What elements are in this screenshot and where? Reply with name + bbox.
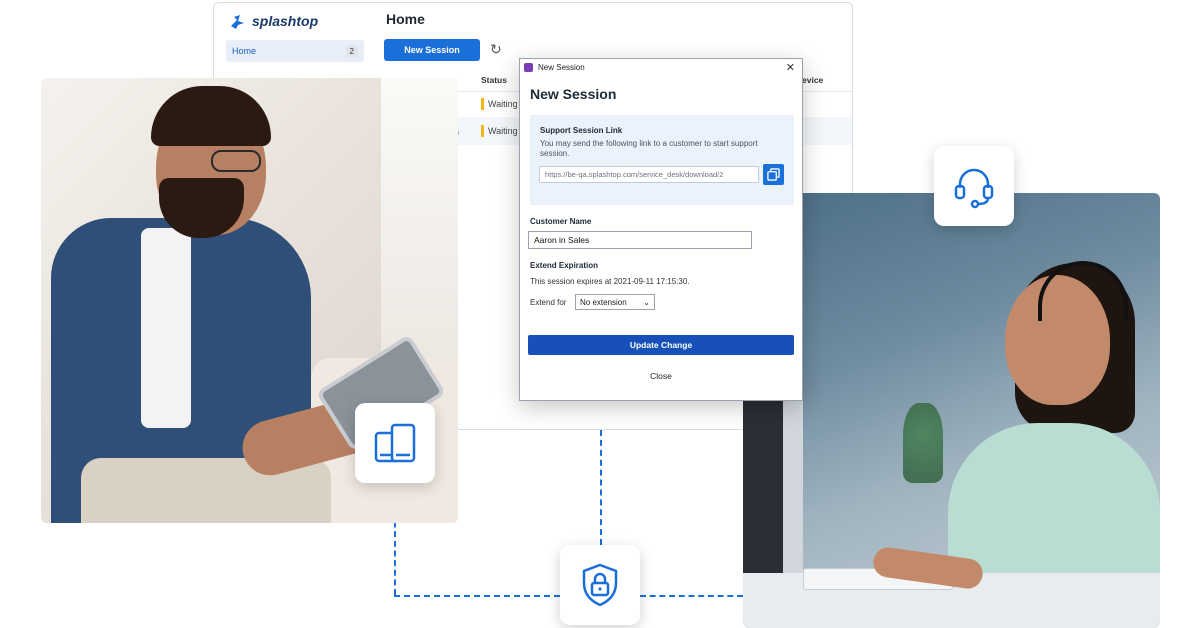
photo-window (381, 78, 458, 358)
support-link-description: You may send the following link to a cus… (540, 139, 758, 158)
headset-icon (954, 168, 994, 209)
copy-link-button[interactable] (763, 164, 784, 185)
customer-name-input[interactable]: Aaron in Sales (528, 231, 752, 249)
new-session-button[interactable]: New Session (384, 39, 480, 61)
devices-tile (355, 403, 435, 483)
connector-line (640, 595, 743, 597)
table-row[interactable]: Waiting (481, 98, 518, 110)
extend-select[interactable]: No extension ⌄ (575, 294, 655, 310)
customer-name-label: Customer Name (530, 217, 592, 226)
new-session-dialog: New Session ✕ New Session Support Sessio… (519, 58, 803, 401)
lock-shield-icon (582, 563, 618, 607)
marketing-composite: splashtop Home Home 2 New Session ↻ Stat… (0, 0, 1200, 628)
headset-tile (934, 146, 1014, 226)
extend-for-label: Extend for (530, 298, 567, 307)
support-link-title: Support Session Link (540, 126, 623, 135)
table-row[interactable]: Waiting (481, 125, 518, 137)
sidebar-item-home[interactable]: Home 2 (226, 40, 364, 62)
support-link-field[interactable]: https://be-qa.splashtop.com/service_desk… (539, 166, 759, 183)
photo-glasses (211, 150, 261, 172)
update-change-button[interactable]: Update Change (528, 335, 794, 355)
chevron-down-icon: ⌄ (643, 297, 650, 307)
page-title: Home (386, 11, 425, 27)
refresh-icon[interactable]: ↻ (490, 41, 502, 58)
status-indicator (481, 98, 484, 110)
support-link-section: Support Session Link You may send the fo… (530, 115, 794, 205)
sidebar-item-count: 2 (345, 45, 358, 57)
connector-line (600, 430, 602, 545)
close-icon[interactable]: ✕ (786, 61, 798, 74)
connector-line (394, 595, 560, 597)
app-icon (524, 62, 533, 72)
photo-support-agent (743, 193, 1160, 628)
brand-name: splashtop (252, 13, 319, 29)
dialog-titlebar: New Session ✕ (520, 59, 802, 75)
status-text: Waiting (488, 126, 518, 136)
column-header-status: Status (481, 75, 507, 85)
dialog-heading: New Session (530, 86, 617, 102)
security-tile (560, 545, 640, 625)
close-button[interactable]: Close (528, 367, 794, 385)
status-indicator (481, 125, 484, 137)
splashtop-logo-icon (231, 15, 244, 29)
column-header-device: evice (802, 75, 824, 85)
sidebar-item-label: Home (232, 46, 257, 56)
photo-plant (903, 403, 943, 483)
extend-selected-value: No extension (580, 297, 627, 307)
status-text: Waiting (488, 99, 518, 109)
copy-icon (767, 168, 780, 181)
dialog-window-title: New Session (538, 62, 585, 72)
extend-expiration-title: Extend Expiration (530, 261, 599, 270)
expiry-text: This session expires at 2021-09-11 17:15… (530, 277, 690, 286)
photo-hair (151, 86, 271, 146)
photo-shirt (141, 228, 191, 428)
devices-icon (374, 423, 416, 463)
splashtop-logo: splashtop (228, 11, 318, 31)
